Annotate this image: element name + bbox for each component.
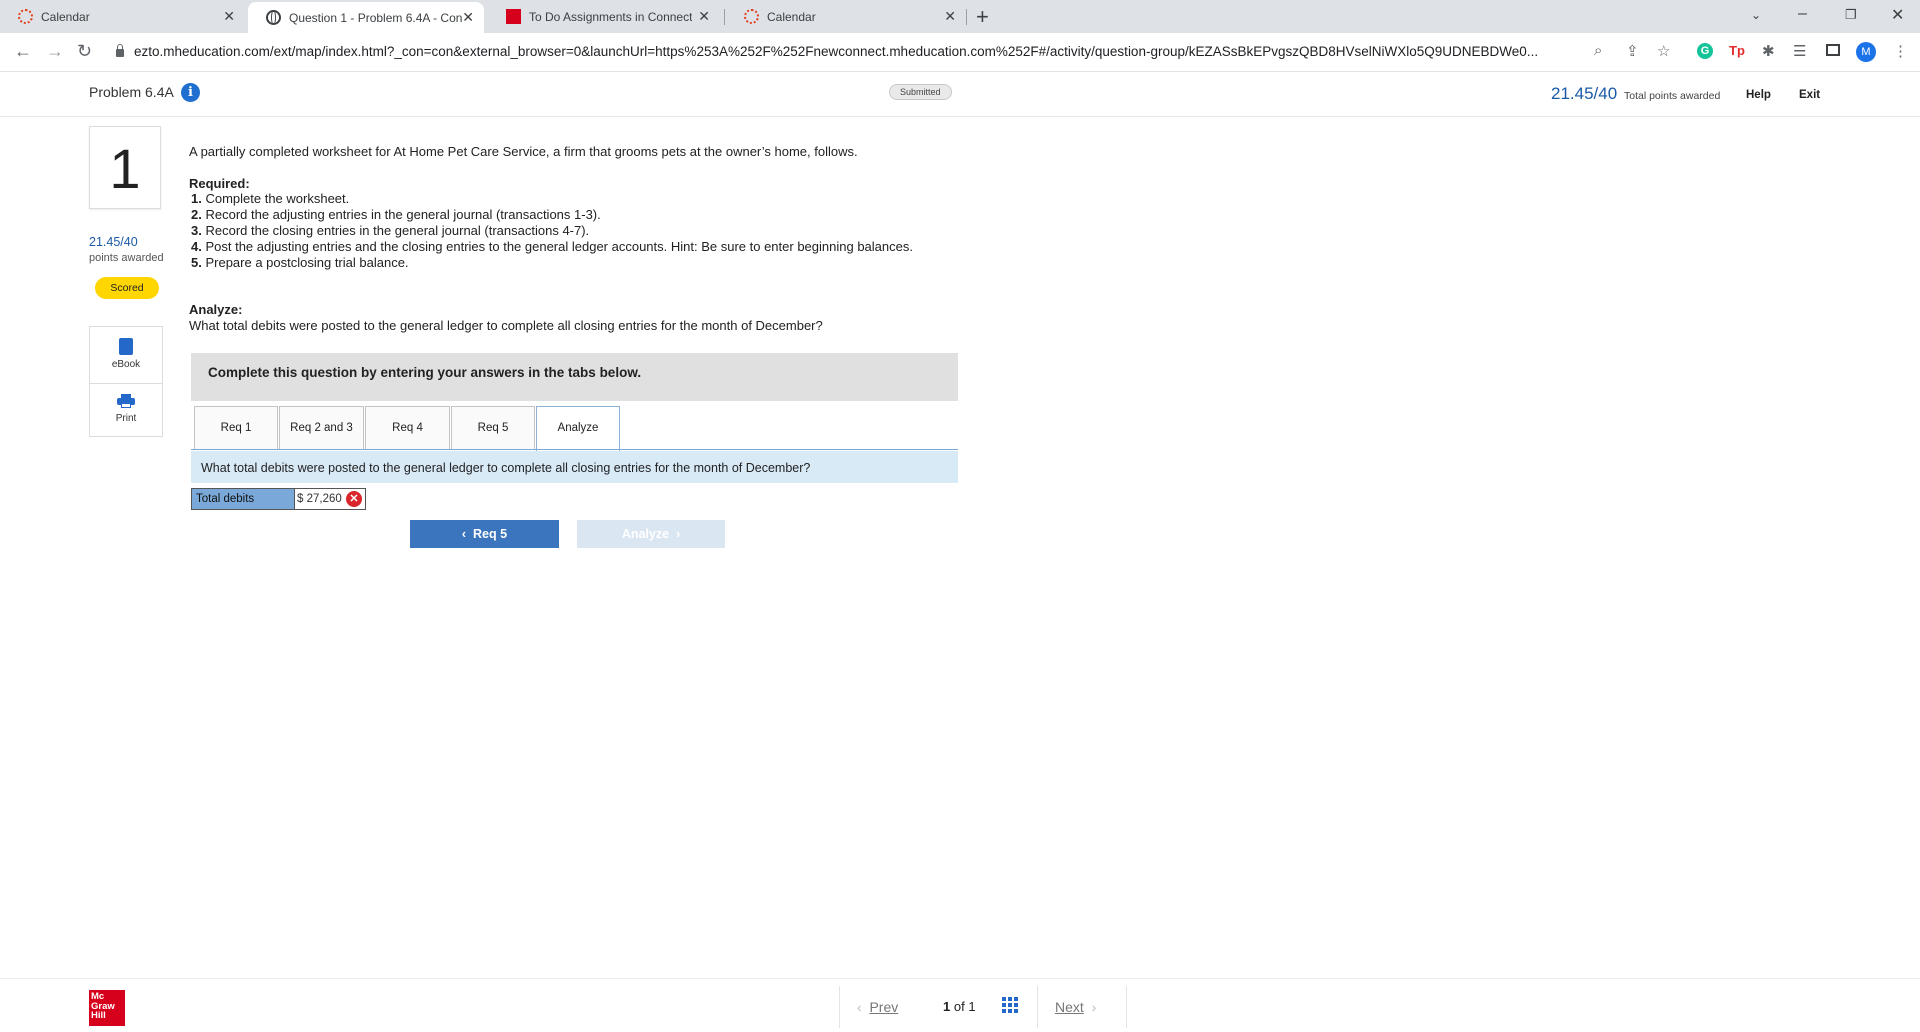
next-question-link[interactable]: Next › [1055, 999, 1096, 1015]
close-tab-icon[interactable]: ✕ [698, 8, 710, 25]
page-indicator: 1 of 1 [943, 999, 976, 1014]
calendar-icon [744, 9, 759, 24]
new-tab-button[interactable]: + [976, 4, 989, 30]
tab-label: To Do Assignments in Connect [529, 9, 693, 24]
analyze-heading: Analyze: [189, 302, 243, 317]
lock-icon [116, 44, 124, 57]
question-grid-icon[interactable] [1002, 997, 1018, 1013]
browser-menu-icon[interactable]: ⋮ [1893, 42, 1908, 60]
prev-tab-label: Req 5 [473, 527, 508, 541]
close-tab-icon[interactable]: ✕ [223, 8, 235, 25]
browser-tab-strip: Calendar ✕ Question 1 - Problem 6.4A - C… [0, 0, 1920, 33]
tab-separator [966, 9, 967, 25]
prev-tab-button[interactable]: ‹ Req 5 [410, 520, 559, 548]
browser-tab-calendar-2[interactable]: Calendar ✕ [726, 0, 966, 33]
status-badge: Submitted [889, 84, 952, 100]
prev-question-link[interactable]: ‹ Prev [857, 999, 898, 1015]
reload-icon[interactable]: ↻ [77, 41, 92, 62]
chevron-right-icon: › [676, 527, 681, 541]
browser-tab-calendar[interactable]: Calendar ✕ [0, 0, 245, 33]
exit-link[interactable]: Exit [1799, 89, 1820, 101]
total-score-label: Total points awarded [1624, 90, 1721, 102]
close-tab-icon[interactable]: ✕ [944, 8, 956, 25]
info-icon[interactable]: i [181, 83, 200, 102]
question-number: 1 [89, 126, 161, 209]
tab-label: Question 1 - Problem 6.4A - Con [289, 10, 463, 25]
tab-search-icon[interactable]: ⌄ [1751, 8, 1761, 22]
bookmark-star-icon[interactable]: ☆ [1657, 42, 1670, 60]
page-total: 1 [968, 999, 976, 1014]
prev-label: Prev [869, 999, 899, 1015]
forward-icon[interactable]: → [46, 41, 64, 62]
analyze-text: What total debits were posted to the gen… [189, 318, 823, 333]
requirement-item: 1. Complete the worksheet. [191, 191, 350, 206]
tp-extension-icon[interactable]: Tp [1729, 43, 1745, 58]
divider [89, 383, 163, 384]
back-icon[interactable]: ← [14, 41, 32, 62]
ebook-icon[interactable] [119, 338, 133, 355]
reading-list-icon[interactable]: ☰ [1793, 42, 1806, 60]
help-link[interactable]: Help [1746, 89, 1771, 101]
required-heading: Required: [189, 176, 250, 191]
instruction-text: Complete this question by entering your … [208, 365, 642, 380]
requirement-item: 3. Record the closing entries in the gen… [191, 223, 590, 238]
grammarly-extension-icon[interactable]: G [1697, 43, 1713, 59]
chevron-left-icon: ‹ [461, 527, 467, 541]
zoom-icon[interactable]: ⌕ [1594, 42, 1602, 59]
question-points-label: points awarded [89, 252, 164, 264]
close-tab-icon[interactable]: ✕ [462, 9, 474, 26]
side-panel-icon[interactable] [1826, 44, 1840, 56]
requirement-item: 2. Record the adjusting entries in the g… [191, 207, 601, 222]
close-window-icon[interactable]: ✕ [1891, 5, 1904, 25]
profile-avatar[interactable]: M [1856, 42, 1876, 62]
extensions-puzzle-icon[interactable]: ✱ [1762, 42, 1775, 60]
address-bar[interactable]: ezto.mheducation.com/ext/map/index.html?… [108, 37, 1668, 65]
question-points: 21.45/40 [89, 235, 138, 249]
browser-tab-question[interactable]: Question 1 - Problem 6.4A - Con ✕ [248, 2, 484, 33]
tab-analyze[interactable]: Analyze [536, 406, 620, 451]
tab-req-5[interactable]: Req 5 [451, 406, 535, 449]
requirement-item: 5. Prepare a postclosing trial balance. [191, 255, 409, 270]
tab-underline [191, 449, 958, 450]
minimize-icon[interactable]: – [1798, 5, 1807, 23]
incorrect-icon: ✕ [346, 491, 362, 507]
print-icon[interactable] [117, 394, 135, 408]
footer-divider [0, 978, 1920, 979]
logo-line: Hill [91, 1010, 106, 1021]
tab-label: Calendar [41, 9, 90, 24]
tab-req-1[interactable]: Req 1 [194, 406, 278, 449]
share-icon[interactable]: ⇪ [1626, 42, 1639, 60]
tab-separator [724, 9, 725, 25]
requirement-item: 4. Post the adjusting entries and the cl… [191, 239, 913, 254]
tab-req-2-and-3[interactable]: Req 2 and 3 [279, 406, 364, 449]
page-of: of [953, 999, 965, 1014]
print-button[interactable]: Print [89, 413, 163, 424]
calendar-icon [18, 9, 33, 24]
mcgraw-hill-logo: Mc Graw Hill [89, 990, 125, 1026]
globe-icon [266, 10, 281, 25]
page-current: 1 [943, 999, 951, 1014]
chevron-right-icon: › [1091, 999, 1097, 1015]
tab-label: Calendar [767, 9, 816, 24]
tab-req-4[interactable]: Req 4 [365, 406, 450, 449]
requirements-list: 1. Complete the worksheet. 2. Record the… [191, 191, 913, 271]
next-tab-label: Analyze [621, 527, 670, 541]
next-tab-button[interactable]: Analyze › [577, 520, 725, 548]
chevron-left-icon: ‹ [857, 999, 862, 1015]
question-intro: A partially completed worksheet for At H… [189, 144, 858, 159]
scored-badge: Scored [95, 277, 159, 299]
total-debits-label: Total debits [191, 488, 295, 510]
pager-divider [1037, 986, 1038, 1028]
mcgraw-hill-icon [506, 9, 521, 24]
tab-question-text: What total debits were posted to the gen… [201, 461, 811, 475]
total-score: 21.45/40 [1551, 84, 1618, 103]
problem-title: Problem 6.4A [89, 84, 174, 100]
url-text: ezto.mheducation.com/ext/map/index.html?… [134, 43, 1539, 59]
restore-icon[interactable]: ❐ [1845, 7, 1857, 23]
next-label: Next [1055, 999, 1084, 1015]
ebook-button[interactable]: eBook [89, 359, 163, 370]
browser-tab-todo[interactable]: To Do Assignments in Connect ✕ [488, 0, 720, 33]
